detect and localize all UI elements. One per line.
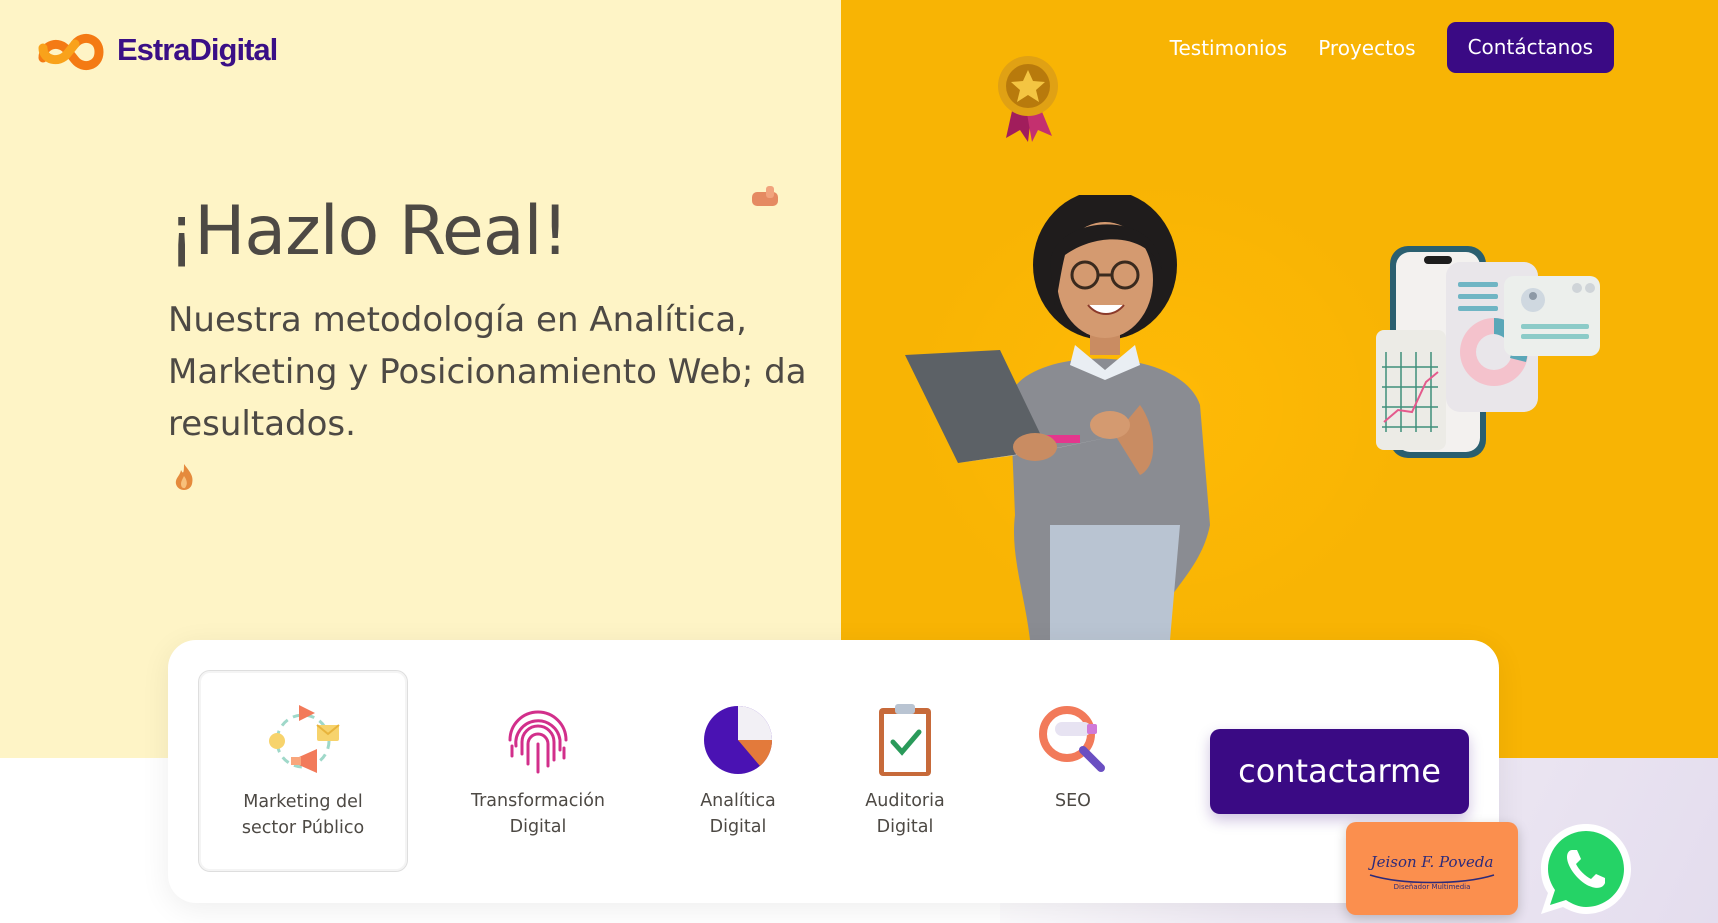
brand-name: EstraDigital xyxy=(117,32,278,67)
service-seo[interactable]: SEO xyxy=(968,670,1178,872)
thumbs-up-icon xyxy=(752,186,778,206)
nav-link-testimonios[interactable]: Testimonios xyxy=(1170,36,1288,60)
whatsapp-icon[interactable] xyxy=(1537,820,1635,918)
brand-logo[interactable]: EstraDigital xyxy=(33,22,278,78)
megaphone-cycle-icon xyxy=(269,705,340,773)
pie-chart-icon xyxy=(704,706,773,774)
fingerprint-icon xyxy=(508,710,568,774)
top-navigation: Testimonios Proyectos Contáctanos xyxy=(1170,22,1614,73)
services-card: Marketing del sector Público Transformac… xyxy=(168,640,1499,903)
service-marketing-publico[interactable]: Marketing del sector Público xyxy=(198,670,408,872)
hero-title: ¡Hazlo Real! xyxy=(168,192,569,271)
service-label: SEO xyxy=(1055,791,1091,811)
service-transformacion-digital[interactable]: Transformación Digital xyxy=(433,670,643,872)
service-label: Marketing del sector Público xyxy=(241,792,365,838)
svg-text:Jeison F. Poveda: Jeison F. Poveda xyxy=(1368,853,1494,871)
signature-logo-icon: Jeison F. Poveda Diseñador Multimedia xyxy=(1368,853,1495,891)
infinity-logo-icon xyxy=(38,33,104,71)
woman-with-laptop-image xyxy=(905,195,1210,640)
svg-text:Diseñador Multimedia: Diseñador Multimedia xyxy=(1394,883,1471,891)
nav-link-proyectos[interactable]: Proyectos xyxy=(1318,36,1415,60)
flame-icon xyxy=(175,464,193,490)
contact-nav-button[interactable]: Contáctanos xyxy=(1446,22,1614,73)
medal-icon xyxy=(998,56,1058,142)
contactarme-button[interactable]: contactarme xyxy=(1210,729,1469,814)
phone-dashboard-icon xyxy=(1376,246,1600,458)
service-label: Analítica Digital xyxy=(700,791,776,837)
service-label: Auditoria Digital xyxy=(865,791,945,837)
clipboard-check-icon xyxy=(879,704,931,776)
hero-subtitle: Nuestra metodología en Analítica, Market… xyxy=(168,300,807,444)
author-signature-badge[interactable]: Jeison F. Poveda Diseñador Multimedia xyxy=(1346,822,1518,915)
service-label: Transformación Digital xyxy=(470,791,606,837)
magnifier-icon xyxy=(1039,706,1105,772)
